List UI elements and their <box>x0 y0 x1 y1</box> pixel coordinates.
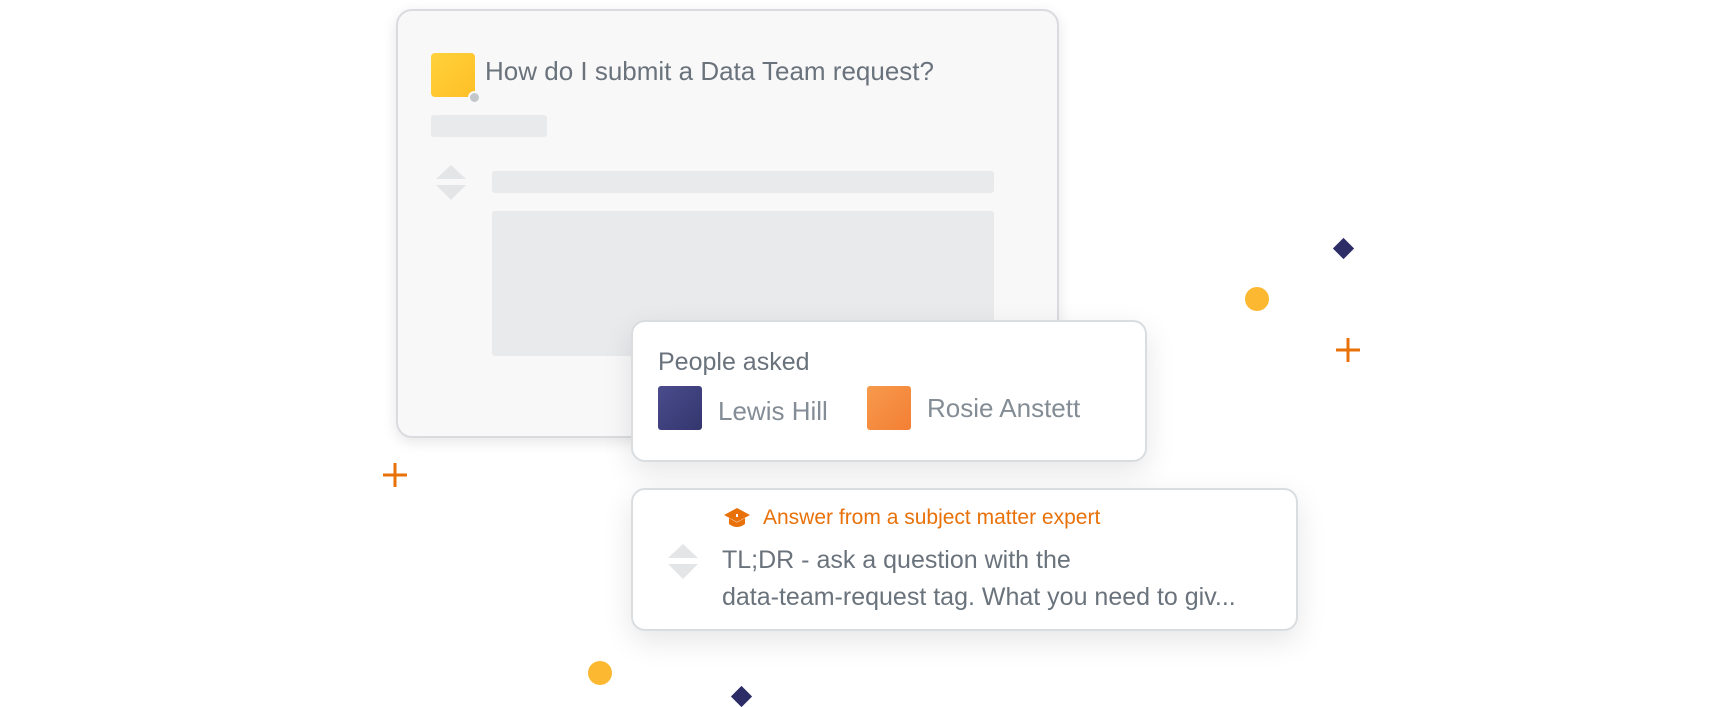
decorative-plus-icon <box>1336 338 1360 362</box>
upvote-arrow-icon <box>436 165 466 179</box>
question-meta-placeholder <box>431 115 547 137</box>
decorative-diamond-icon <box>730 685 753 707</box>
answer-excerpt[interactable]: TL;DR - ask a question with the data-tea… <box>722 542 1282 616</box>
avatar <box>867 386 911 430</box>
answer-excerpt-line: data-team-request tag. What you need to … <box>722 583 1236 611</box>
answer-vote-arrows-icon[interactable] <box>666 542 700 582</box>
person-name: Lewis Hill <box>718 395 828 426</box>
avatar <box>658 386 702 430</box>
expert-answer-label: Answer from a subject matter expert <box>763 506 1101 529</box>
question-title[interactable]: How do I submit a Data Team request? <box>485 56 934 87</box>
decorative-plus-icon <box>383 463 407 487</box>
person-name: Rosie Anstett <box>927 392 1081 423</box>
illustration-stage: How do I submit a Data Team request? Peo… <box>0 0 1726 707</box>
decorative-dot-icon <box>1245 287 1269 311</box>
upvote-arrow-icon <box>668 544 698 558</box>
answer-excerpt-line: TL;DR - ask a question with the <box>722 546 1071 574</box>
question-vote-arrows-icon[interactable] <box>434 163 468 203</box>
downvote-arrow-icon <box>668 564 698 579</box>
downvote-arrow-icon <box>436 185 466 200</box>
decorative-dot-icon <box>588 661 612 685</box>
answer-card[interactable]: Answer from a subject matter expert TL;D… <box>631 488 1298 631</box>
expert-answer-badge: Answer from a subject matter expert <box>723 504 1100 532</box>
graduation-cap-icon <box>724 508 750 527</box>
person-item[interactable]: Rosie Anstett <box>867 386 1080 430</box>
people-asked-card: People asked Lewis Hill Rosie Anstett <box>631 320 1147 462</box>
question-body-line-placeholder <box>492 171 994 193</box>
people-asked-label: People asked <box>658 348 810 376</box>
asker-badge-icon <box>468 91 481 104</box>
person-item[interactable]: Lewis Hill <box>658 386 828 430</box>
decorative-diamond-icon <box>1332 237 1355 260</box>
asker-avatar <box>431 53 475 97</box>
